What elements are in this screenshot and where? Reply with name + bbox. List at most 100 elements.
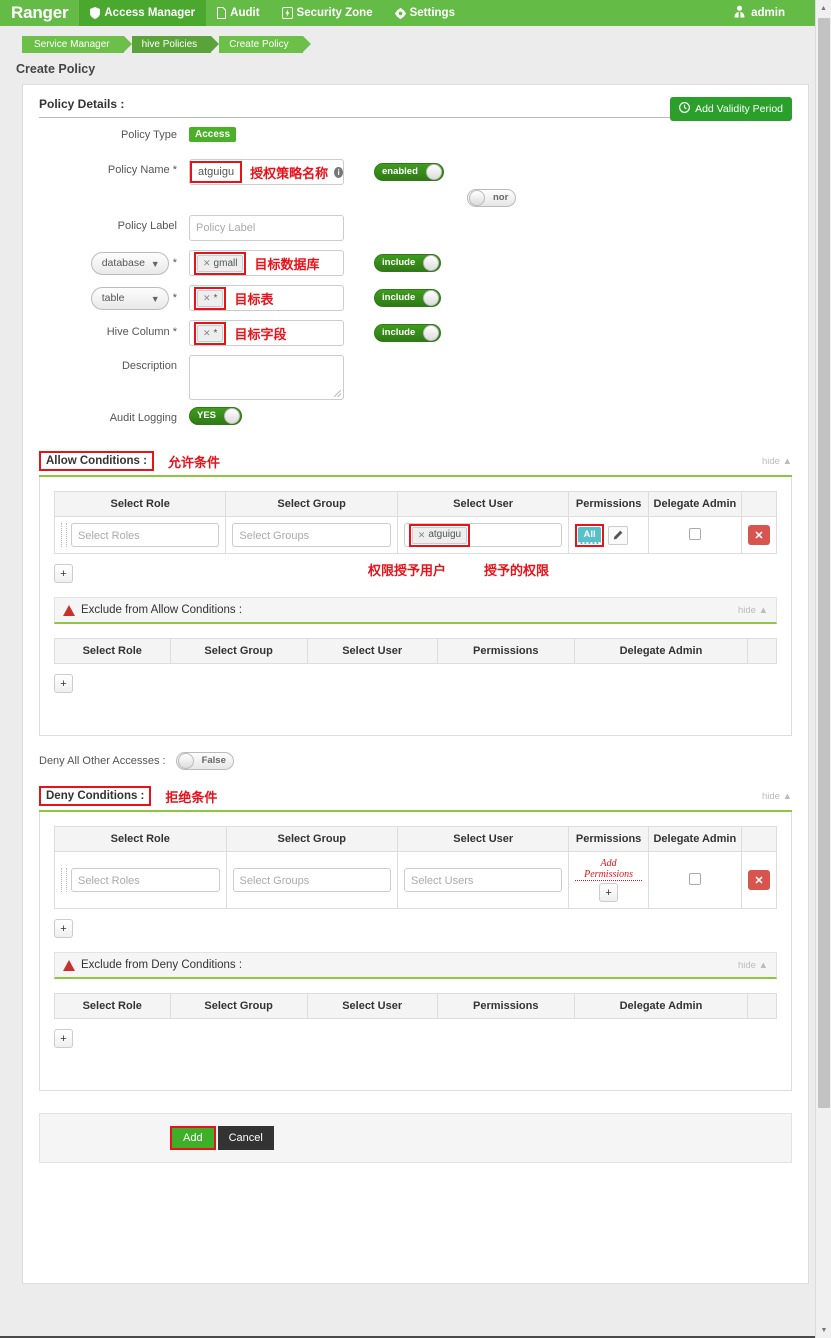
app-logo[interactable]: Ranger: [0, 0, 79, 26]
resource-type-select-table[interactable]: table: [90, 286, 169, 310]
database-resource-input[interactable]: ✕ gmall 目标数据库: [189, 250, 344, 276]
toggle-knob: [469, 190, 485, 206]
deny-role-input[interactable]: Select Roles: [71, 868, 220, 892]
policy-normal-toggle[interactable]: nor: [467, 189, 517, 207]
hide-label: hide: [761, 455, 780, 467]
deny-group-input[interactable]: Select Groups: [232, 868, 392, 892]
breadcrumb-item-hive-policies[interactable]: hive Policies: [131, 36, 219, 53]
hide-label: hide: [737, 604, 756, 616]
remove-token-icon[interactable]: ✕: [203, 258, 211, 269]
policy-type-badge: Access: [189, 127, 237, 142]
delete-row-button[interactable]: ✕: [747, 525, 770, 545]
nav-item-security-zone[interactable]: Security Zone: [271, 0, 384, 26]
cell-actions: ✕: [740, 851, 778, 909]
remove-token-icon[interactable]: ✕: [418, 523, 426, 547]
database-include-label: include: [382, 257, 416, 268]
permission-all-badge[interactable]: All: [578, 526, 601, 544]
scroll-down-arrow-icon[interactable]: ▼: [816, 1322, 831, 1338]
delegate-admin-checkbox[interactable]: [688, 872, 701, 885]
database-token-label: gmall: [213, 257, 238, 269]
col-delegate-admin: Delegate Admin: [573, 993, 749, 1019]
deny-all-other-accesses-label: Deny All Other Accesses :: [39, 755, 166, 767]
scrollbar-thumb[interactable]: [818, 18, 830, 1108]
allow-conditions-hide-link[interactable]: hide ▲: [762, 456, 792, 467]
col-actions: [740, 826, 778, 852]
exclude-deny-add-row-button[interactable]: +: [54, 1029, 73, 1048]
breadcrumb-item-create-policy[interactable]: Create Policy: [219, 36, 312, 53]
col-select-user: Select User: [306, 638, 438, 664]
delete-row-button[interactable]: ✕: [747, 870, 770, 890]
cancel-button[interactable]: Cancel: [217, 1126, 274, 1150]
audit-logging-toggle[interactable]: YES: [189, 407, 243, 425]
deny-add-row-button[interactable]: +: [54, 919, 73, 938]
col-permissions: Permissions: [568, 826, 649, 852]
hive-column-resource-input[interactable]: ✕ * 目标字段: [189, 320, 344, 346]
caret-up-icon: ▲: [758, 959, 768, 971]
remove-token-icon[interactable]: ✕: [203, 328, 211, 339]
deny-conditions-annotation: 拒绝条件: [165, 790, 218, 806]
form-row-policy-type: Policy Type Access: [39, 124, 792, 152]
add-validity-period-button[interactable]: Add Validity Period: [670, 97, 792, 121]
table-header-row: Select Role Select Group Select User Per…: [54, 638, 777, 664]
nav-item-settings[interactable]: Settings: [384, 0, 466, 26]
hive-column-include-toggle[interactable]: include: [374, 324, 442, 342]
policy-name-value: atguigu: [198, 166, 235, 178]
allow-user-input[interactable]: ✕ atguigu: [403, 523, 563, 547]
description-textarea[interactable]: [189, 355, 344, 400]
toggle-knob: [423, 255, 440, 271]
exclude-deny-hide-link[interactable]: hide ▲: [738, 960, 768, 971]
table-include-toggle[interactable]: include: [374, 289, 442, 307]
deny-user-input[interactable]: Select Users: [404, 868, 563, 892]
edit-pencil-icon[interactable]: [607, 525, 628, 545]
form-action-bar: Add Cancel: [39, 1113, 792, 1163]
form-row-policy-name: Policy Name * atguigu 授权策略名称 i enabled: [39, 159, 792, 187]
database-token[interactable]: ✕ gmall: [197, 254, 244, 272]
table-token[interactable]: ✕ *: [197, 289, 224, 307]
table-header-row: Select Role Select Group Select User Per…: [54, 826, 778, 852]
cell-select-group: Select Groups: [225, 516, 398, 554]
drag-handle-icon[interactable]: [61, 868, 67, 892]
allow-group-input[interactable]: Select Groups: [232, 523, 391, 547]
allow-role-input[interactable]: Select Roles: [71, 523, 220, 547]
table-token-label: *: [213, 292, 218, 304]
add-button[interactable]: Add: [170, 1126, 216, 1150]
nav-item-audit[interactable]: Audit: [206, 0, 270, 26]
remove-token-icon[interactable]: ✕: [203, 293, 211, 304]
deny-add-permissions-link[interactable]: Add Permissions: [575, 858, 642, 881]
policy-enabled-toggle[interactable]: enabled: [374, 163, 444, 181]
nav-item-access-manager[interactable]: Access Manager: [79, 0, 207, 26]
exclude-allow-add-row-button[interactable]: +: [54, 674, 73, 693]
file-icon: [217, 7, 227, 19]
page-scrollbar[interactable]: ▲ ▼: [815, 0, 831, 1338]
database-include-toggle[interactable]: include: [374, 254, 442, 272]
policy-label-input[interactable]: Policy Label: [189, 215, 344, 241]
deny-conditions-hide-link[interactable]: hide ▲: [762, 791, 792, 802]
info-icon[interactable]: i: [334, 166, 343, 178]
policy-label-label: Policy Label: [117, 220, 177, 232]
table-resource-input[interactable]: ✕ * 目标表: [189, 285, 344, 311]
delegate-admin-checkbox[interactable]: [688, 527, 701, 540]
breadcrumb-item-service-manager[interactable]: Service Manager: [22, 36, 132, 53]
allow-user-token[interactable]: ✕ atguigu: [411, 526, 468, 544]
warning-triangle-icon: [63, 959, 75, 971]
deny-all-other-accesses-toggle[interactable]: False: [175, 752, 234, 770]
drag-handle-icon[interactable]: [61, 523, 67, 547]
bolt-icon: [281, 7, 293, 19]
toggle-knob: [177, 753, 194, 769]
user-name-label: admin: [751, 7, 785, 19]
policy-name-input[interactable]: atguigu 授权策略名称 i: [189, 159, 344, 185]
allow-conditions-annotation: 允许条件: [167, 455, 220, 471]
deny-add-permissions-button[interactable]: +: [599, 883, 619, 902]
cell-select-role: Select Roles: [54, 851, 227, 909]
breadcrumb: Service Manager hive Policies Create Pol…: [0, 26, 831, 60]
exclude-allow-title: Exclude from Allow Conditions :: [81, 604, 243, 616]
deny-conditions-header: Deny Conditions : 拒绝条件 hide ▲: [39, 786, 792, 812]
allow-add-row-button[interactable]: +: [54, 564, 73, 583]
hive-column-token[interactable]: ✕ *: [197, 324, 224, 342]
resource-type-select-table-wrap: table ▼: [90, 286, 169, 310]
scroll-up-arrow-icon[interactable]: ▲: [816, 0, 831, 16]
exclude-allow-hide-link[interactable]: hide ▲: [738, 605, 768, 616]
resource-type-select-database[interactable]: database: [90, 251, 169, 275]
cell-select-user: ✕ atguigu: [396, 516, 570, 554]
table-required-marker: *: [172, 292, 177, 304]
